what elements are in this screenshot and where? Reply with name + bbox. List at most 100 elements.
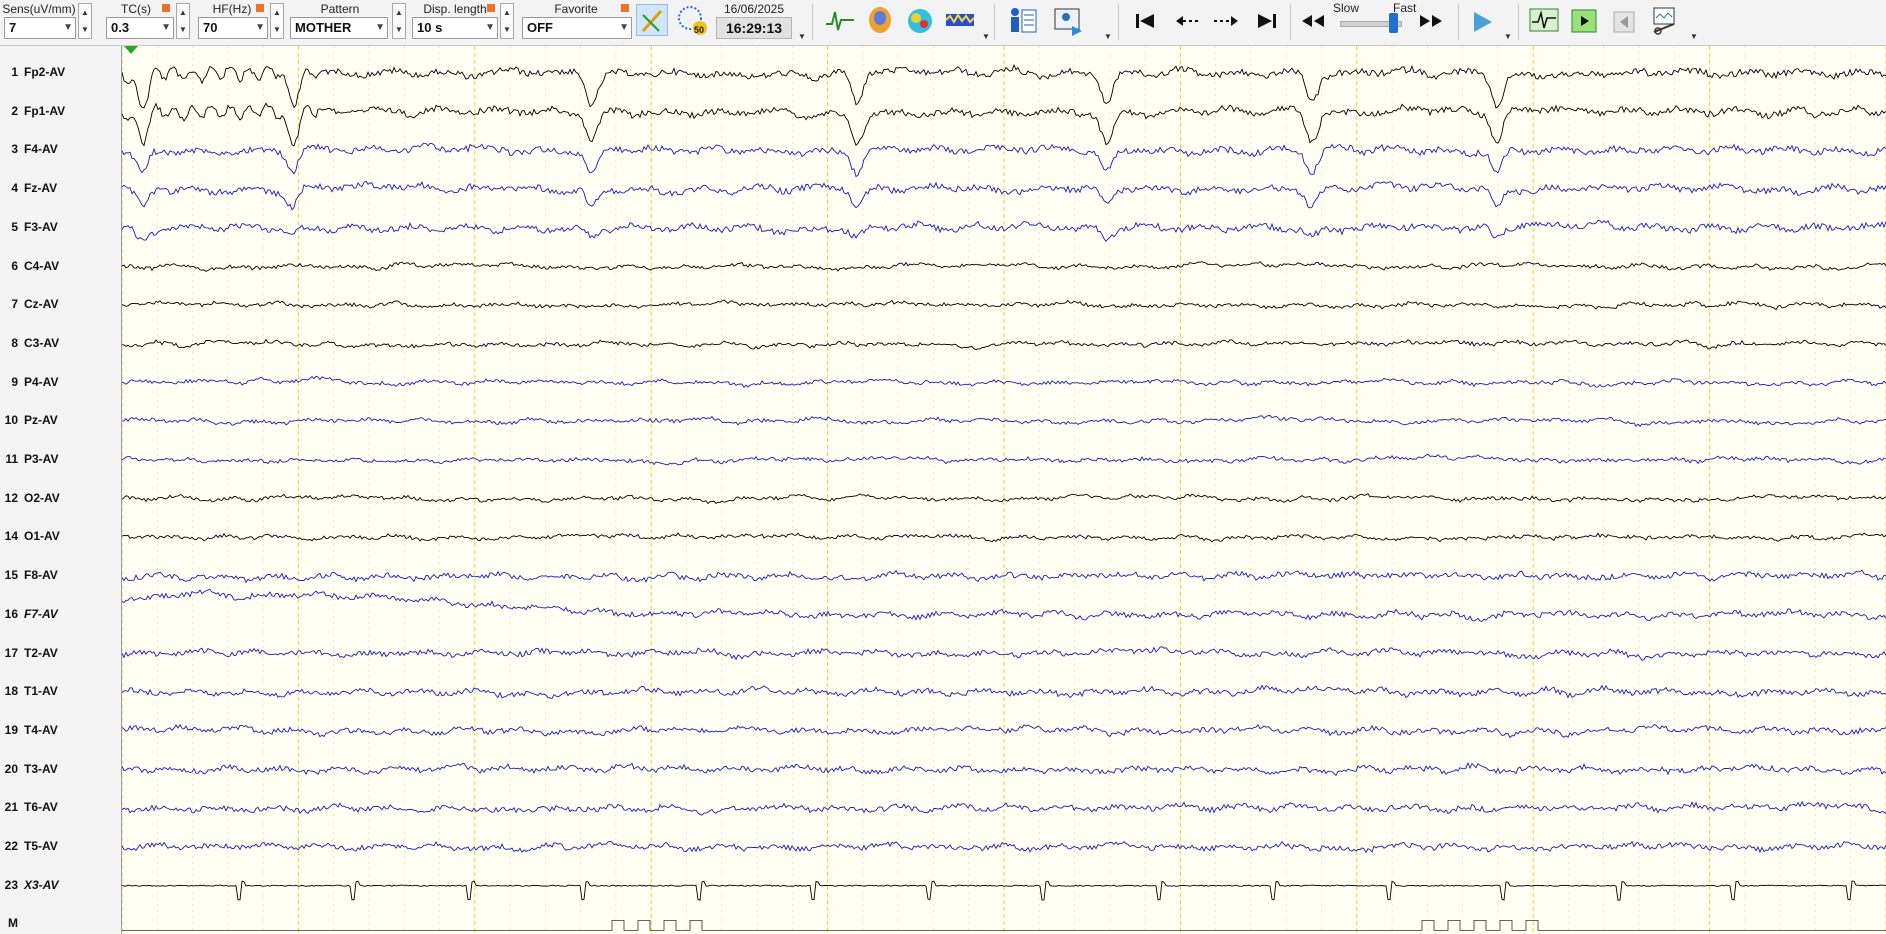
fast-forward-button[interactable] [1416, 4, 1448, 36]
channel-number: 23 [4, 877, 18, 892]
channel-label-row[interactable]: 1 Fp2-AV [0, 65, 122, 83]
chevron-down-icon[interactable]: ▼ [1504, 32, 1512, 41]
channel-name: Fz-AV [24, 181, 58, 196]
channel-label-row[interactable]: 7 Cz-AV [0, 297, 122, 315]
page-back-button[interactable] [1172, 4, 1204, 36]
go-start-button[interactable] [1130, 4, 1162, 36]
eeg-trace-t1-av [122, 684, 1886, 700]
channel-label-row[interactable]: 6 C4-AV [0, 259, 122, 277]
pencil-icon[interactable] [255, 3, 265, 13]
channel-number: 7 [11, 297, 18, 312]
channel-name: X3-AV [24, 877, 59, 892]
patient-info-button[interactable] [1006, 4, 1038, 36]
sensitivity-value: 7 [9, 20, 17, 35]
play-green-icon [1571, 9, 1597, 33]
favorite-value: OFF [527, 20, 553, 35]
eeg-trace-area[interactable] [122, 46, 1886, 934]
channel-label-row[interactable]: 16 F7-AV [0, 607, 122, 625]
toolbar-separator [994, 4, 995, 40]
play-green-button[interactable] [1568, 4, 1600, 36]
speed-slider-thumb[interactable] [1389, 13, 1398, 33]
channel-label-row[interactable]: 3 F4-AV [0, 142, 122, 160]
channel-number: 22 [4, 839, 18, 853]
channel-label-row[interactable]: 10 Pz-AV [0, 413, 122, 431]
stop-icon [1613, 11, 1635, 33]
channel-label-row[interactable]: 23 X3-AV [0, 878, 122, 896]
notch-filter-button[interactable]: 50 [676, 4, 708, 36]
pencil-icon[interactable] [161, 3, 171, 13]
channel-number: 6 [11, 258, 18, 273]
hf-spinner[interactable]: ▲ ▼ [270, 3, 284, 39]
rewind-button[interactable] [1296, 4, 1328, 36]
disp-length-spinner[interactable]: ▲ ▼ [500, 3, 514, 39]
favorite-select[interactable]: OFF ▼ [522, 17, 632, 39]
channel-label-row[interactable]: 17 T2-AV [0, 646, 122, 664]
tc-spinner[interactable]: ▲ ▼ [176, 3, 190, 39]
settings-tools-icon [1653, 7, 1675, 35]
settings-tools-button[interactable] [1648, 4, 1680, 36]
tc-select[interactable]: 0.3 ▼ [106, 17, 174, 39]
event-marker-icon[interactable] [124, 46, 138, 54]
channel-name: T4-AV [24, 722, 58, 737]
video-button[interactable] [1052, 4, 1084, 36]
stop-button[interactable] [1608, 4, 1640, 36]
page-forward-icon [1214, 16, 1238, 26]
marker-pen-icon [641, 9, 663, 33]
channel-label-row[interactable]: 5 F3-AV [0, 220, 122, 238]
pattern-select[interactable]: MOTHER ▼ [290, 17, 388, 39]
favorite-label: Favorite [554, 2, 598, 16]
channel-label-row[interactable]: 2 Fp1-AV [0, 104, 122, 122]
chevron-down-icon[interactable]: ▼ [1690, 32, 1698, 41]
chevron-down-icon[interactable]: ▼ [1104, 32, 1112, 41]
go-end-button[interactable] [1250, 4, 1282, 36]
sensitivity-select[interactable]: 7 ▼ [4, 17, 76, 39]
chevron-down-icon: ▼ [255, 22, 265, 33]
channel-label-row[interactable]: 8 C3-AV [0, 336, 122, 354]
channel-number: 9 [11, 374, 18, 389]
patient-info-icon [1011, 8, 1037, 33]
channel-label-row[interactable]: 9 P4-AV [0, 375, 122, 393]
channel-number: 14 [4, 529, 18, 544]
pencil-icon[interactable] [620, 3, 630, 13]
head-map-button[interactable] [864, 4, 896, 36]
channel-label-row[interactable]: 14 O1-AV [0, 529, 122, 547]
play-button[interactable] [1466, 4, 1498, 36]
channel-label-row[interactable]: 20 T3-AV [0, 762, 122, 780]
pencil-icon[interactable] [486, 3, 496, 13]
channel-number: 21 [4, 800, 18, 815]
channel-name: T6-AV [24, 800, 58, 815]
channel-label-row[interactable]: 22 T5-AV [0, 839, 122, 857]
sensitivity-spinner[interactable]: ▲ ▼ [78, 3, 92, 39]
signal-monitor-button[interactable] [1528, 4, 1560, 36]
spectrum-button[interactable] [944, 4, 976, 36]
play-icon [1474, 12, 1492, 32]
disp-length-value: 10 s [417, 20, 443, 35]
channel-label-row[interactable]: 18 T1-AV [0, 684, 122, 702]
head-map-icon [869, 7, 891, 33]
pattern-spinner[interactable]: ▲ ▼ [392, 3, 406, 39]
chevron-down-icon[interactable]: ▼ [982, 32, 990, 41]
tc-value: 0.3 [111, 20, 130, 35]
channel-name: C4-AV [24, 258, 60, 273]
chevron-down-icon: ▼ [63, 22, 73, 33]
go-end-icon [1258, 14, 1276, 28]
topography-button[interactable] [904, 4, 936, 36]
toolbar-separator [1518, 4, 1519, 40]
channel-label-row[interactable]: 19 T4-AV [0, 723, 122, 741]
spike-icon [826, 11, 854, 31]
page-forward-button[interactable] [1210, 4, 1242, 36]
spike-button[interactable] [824, 4, 856, 36]
channel-label-row[interactable]: 11 P3-AV [0, 452, 122, 470]
date-display: 16/06/2025 [723, 2, 785, 16]
hf-select[interactable]: 70 ▼ [198, 17, 268, 39]
chevron-down-icon[interactable]: ▼ [798, 32, 806, 41]
channel-label-row[interactable]: 15 F8-AV [0, 568, 122, 586]
marker-tool-button[interactable] [636, 4, 668, 36]
channel-label-row[interactable]: 12 O2-AV [0, 491, 122, 509]
channel-number: 5 [11, 219, 18, 234]
disp-length-select[interactable]: 10 s ▼ [412, 17, 498, 39]
channel-label-row[interactable]: M [0, 916, 122, 934]
channel-label-row[interactable]: 4 Fz-AV [0, 181, 122, 199]
channel-number: 3 [11, 142, 18, 157]
channel-label-row[interactable]: 21 T6-AV [0, 800, 122, 818]
